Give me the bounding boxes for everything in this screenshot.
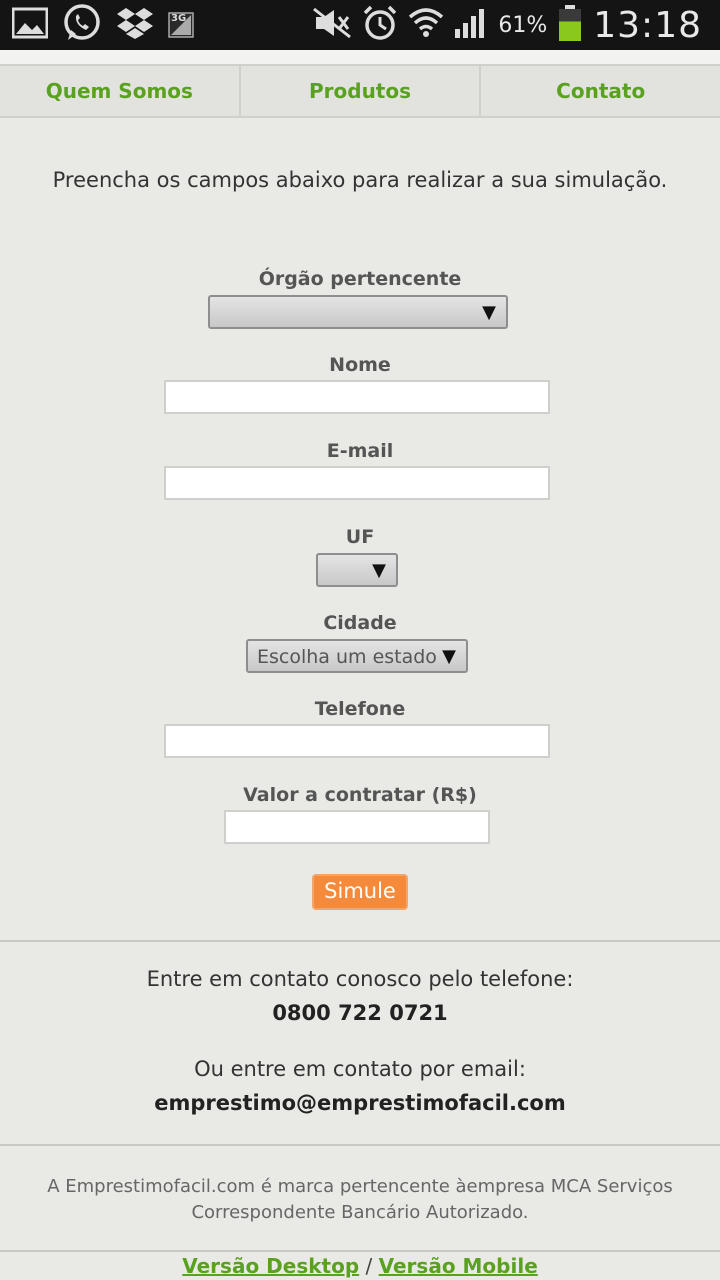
- nav-item-contato[interactable]: Contato: [481, 66, 720, 116]
- battery-percent: 61%: [498, 12, 548, 38]
- mobile-version-link[interactable]: Versão Mobile: [379, 1254, 538, 1278]
- dropdown-arrow-icon: ▼: [482, 302, 496, 323]
- email-intro: Ou entre em contato por email:: [194, 1057, 526, 1081]
- dropdown-arrow-icon: ▼: [442, 646, 456, 667]
- orgao-label: Órgão pertencente: [258, 268, 462, 290]
- battery-icon: [557, 4, 583, 46]
- whatsapp-icon: [62, 3, 102, 47]
- 3g-icon: 3G: [168, 12, 194, 38]
- cidade-select-value: Escolha um estado: [257, 646, 437, 668]
- uf-label: UF: [345, 526, 375, 548]
- nav-item-quem-somos[interactable]: Quem Somos: [0, 66, 241, 116]
- divider: [0, 1144, 720, 1146]
- dropbox-icon: [116, 6, 154, 44]
- desktop-version-link[interactable]: Versão Desktop: [182, 1254, 359, 1278]
- nome-field[interactable]: [164, 380, 550, 414]
- wifi-icon: [408, 5, 444, 45]
- link-separator: /: [365, 1254, 373, 1278]
- telefone-label: Telefone: [314, 698, 406, 720]
- email-label: E-mail: [326, 440, 394, 462]
- form-intro: Preencha os campos abaixo para realizar …: [52, 168, 668, 192]
- telefone-field[interactable]: [164, 724, 550, 758]
- alarm-icon: [362, 5, 398, 45]
- contact-email: emprestimo@emprestimofacil.com: [154, 1091, 566, 1115]
- simule-button[interactable]: Simule: [312, 874, 408, 910]
- email-field[interactable]: [164, 466, 550, 500]
- valor-label: Valor a contratar (R$): [243, 784, 477, 806]
- divider: [0, 1250, 720, 1252]
- footer-line-2: Correspondente Bancário Autorizado.: [191, 1202, 529, 1223]
- uf-select[interactable]: ▼: [316, 553, 398, 587]
- top-nav: Quem Somos Produtos Contato: [0, 64, 720, 118]
- mute-icon: [312, 7, 352, 43]
- nav-item-produtos[interactable]: Produtos: [241, 66, 482, 116]
- dropdown-arrow-icon: ▼: [372, 560, 386, 581]
- cidade-select[interactable]: Escolha um estado ▼: [246, 639, 468, 673]
- valor-field[interactable]: [224, 810, 490, 844]
- signal-icon: [454, 7, 488, 43]
- phone-number: 0800 722 0721: [272, 1001, 448, 1025]
- clock: 13:18: [593, 4, 702, 46]
- top-gap: [0, 50, 720, 64]
- orgao-select[interactable]: ▼: [208, 295, 508, 329]
- nome-label: Nome: [329, 354, 391, 376]
- network-badge: 3G: [171, 13, 187, 24]
- footer-line-1: A Emprestimofacil.com é marca pertencent…: [47, 1176, 673, 1197]
- status-bar: 3G 61% 13:18: [0, 0, 720, 50]
- gallery-icon: [11, 7, 49, 43]
- phone-intro: Entre em contato conosco pelo telefone:: [146, 967, 574, 991]
- divider: [0, 940, 720, 942]
- version-links: Versão Desktop / Versão Mobile: [0, 1254, 720, 1278]
- cidade-label: Cidade: [323, 612, 397, 634]
